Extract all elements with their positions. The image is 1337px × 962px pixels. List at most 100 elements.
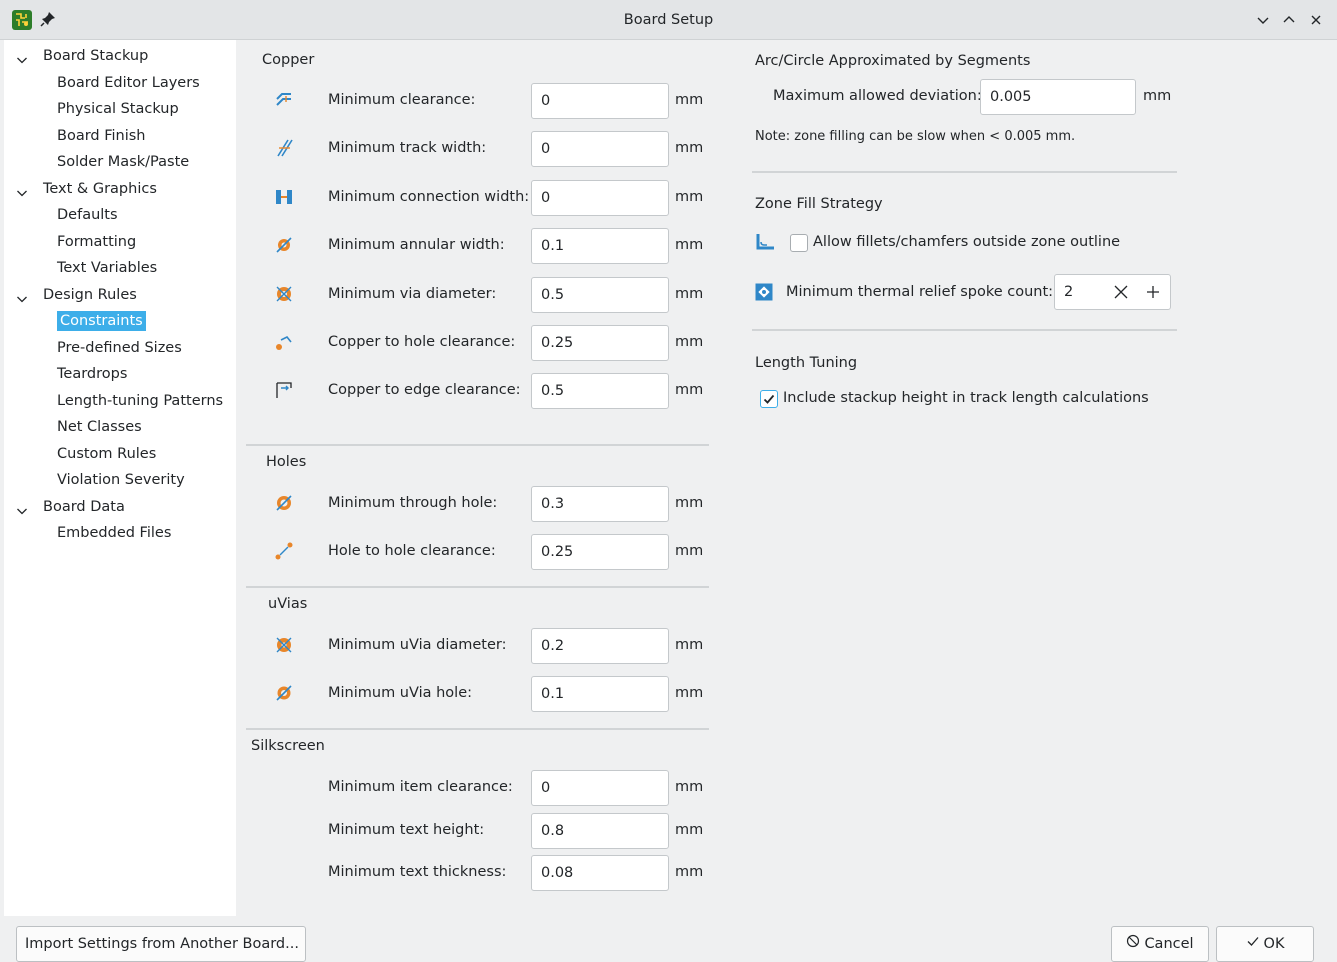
zone-fill-section-title: Zone Fill Strategy	[755, 196, 883, 212]
tree-item-label: Defaults	[57, 207, 118, 223]
value-input[interactable]: 0	[531, 83, 669, 119]
value-input[interactable]: 0	[531, 131, 669, 168]
value-input[interactable]: 0.5	[531, 276, 669, 313]
window-title: Board Setup	[623, 12, 714, 28]
uvia-diameter-icon	[274, 635, 294, 659]
chevron-down-icon[interactable]	[16, 289, 28, 313]
stackup-height-checkbox[interactable]	[760, 390, 778, 408]
tree-item-label: Custom Rules	[57, 445, 157, 462]
max-deviation-input[interactable]: 0.005	[980, 79, 1136, 115]
tree-item[interactable]: Embedded Files	[57, 521, 171, 545]
spoke-count-label: Minimum thermal relief spoke count:	[786, 284, 1054, 300]
chevron-down-icon[interactable]	[16, 50, 28, 74]
spoke-count-value: 2	[1064, 284, 1074, 300]
tree-item[interactable]: Physical Stackup	[57, 97, 179, 121]
settings-tree[interactable]: Board Stackup Board Editor Layers Physical…	[4, 40, 236, 916]
tree-item-label: Text Variables	[57, 260, 158, 276]
ok-button[interactable]: OK	[1216, 926, 1314, 962]
tree-item-label: Constraints	[57, 311, 146, 331]
unit-label: mm	[675, 864, 704, 881]
value-input[interactable]: 0.3	[531, 486, 669, 522]
tree-item[interactable]: Board Stackup	[16, 44, 148, 68]
maximize-icon[interactable]	[1282, 13, 1296, 31]
tree-item[interactable]: Custom Rules	[57, 442, 156, 466]
unit-label: mm	[675, 140, 704, 157]
value-input[interactable]: 0.25	[531, 325, 669, 361]
via-diameter-icon	[274, 284, 294, 308]
tree-item[interactable]: Defaults	[57, 203, 118, 227]
checkmark-icon	[763, 394, 775, 404]
tree-item[interactable]: Board Finish	[57, 124, 146, 148]
max-deviation-unit: mm	[1143, 88, 1172, 104]
tree-item[interactable]: Text Variables	[57, 256, 157, 280]
field-label: Minimum text height:	[328, 821, 485, 838]
length-tuning-section-title: Length Tuning	[755, 355, 858, 371]
tree-item[interactable]: Teardrops	[57, 362, 127, 386]
tree-item-label: Physical Stackup	[57, 101, 179, 117]
divider	[246, 586, 709, 588]
close-icon[interactable]	[1309, 13, 1323, 31]
tree-item-label: Board Data	[43, 498, 125, 515]
cancel-button[interactable]: Cancel	[1111, 926, 1209, 962]
chevron-down-icon[interactable]	[16, 183, 28, 207]
tree-item[interactable]: Board Editor Layers	[57, 71, 200, 95]
divider	[752, 329, 1177, 331]
tree-item-label: Teardrops	[57, 366, 128, 382]
value-input[interactable]: 0	[531, 179, 669, 216]
unit-label: mm	[675, 92, 704, 108]
field-label: Minimum uVia hole:	[328, 685, 473, 702]
tree-item-label: Pre-defined Sizes	[57, 339, 182, 356]
field-label: Minimum through hole:	[328, 495, 498, 511]
tree-item-label: Board Stackup	[43, 48, 149, 64]
tree-item-label: Design Rules	[43, 286, 137, 303]
increment-icon[interactable]	[1145, 284, 1161, 304]
hole-clearance-icon	[274, 332, 294, 356]
field-label: Minimum item clearance:	[328, 779, 513, 795]
unit-label: mm	[675, 543, 704, 560]
tree-item-label: Solder Mask/Paste	[57, 154, 190, 170]
tree-item[interactable]: Board Data	[16, 495, 125, 519]
divider	[246, 728, 709, 730]
allow-fillets-checkbox[interactable]	[790, 234, 808, 252]
field-label: Minimum clearance:	[328, 92, 476, 108]
zone-fill-note: Note: zone filling can be slow when < 0.…	[755, 129, 1076, 144]
ok-check-icon	[1246, 927, 1260, 961]
value-input[interactable]: 0.1	[531, 228, 669, 265]
hole-to-hole-icon	[274, 541, 294, 565]
title-bar: Board Setup	[0, 0, 1337, 40]
import-settings-button[interactable]: Import Settings from Another Board...	[16, 926, 306, 962]
decrement-icon[interactable]	[1113, 284, 1129, 304]
value-input[interactable]: 0	[531, 770, 669, 806]
tree-item[interactable]: Length-tuning Patterns	[57, 389, 223, 413]
tree-item[interactable]: Violation Severity	[57, 468, 185, 492]
tree-item[interactable]: Constraints	[57, 309, 146, 333]
tree-item[interactable]: Solder Mask/Paste	[57, 150, 189, 174]
arc-section-title: Arc/Circle Approximated by Segments	[755, 53, 1031, 69]
tree-item-label: Length-tuning Patterns	[57, 392, 224, 409]
clearance-icon	[274, 90, 294, 114]
value-input[interactable]: 0.8	[531, 812, 669, 849]
divider	[246, 444, 709, 446]
field-label: Minimum annular width:	[328, 237, 505, 254]
tree-item[interactable]: Net Classes	[57, 415, 142, 439]
tree-item[interactable]: Formatting	[57, 230, 136, 254]
value-input[interactable]: 0.2	[531, 628, 669, 664]
value-input[interactable]: 0.5	[531, 373, 669, 410]
tree-item[interactable]: Design Rules	[16, 283, 137, 307]
field-label: Minimum connection width:	[328, 188, 530, 205]
chevron-down-icon[interactable]	[16, 501, 28, 525]
tree-item[interactable]: Text & Graphics	[16, 177, 157, 201]
tree-item[interactable]: Pre-defined Sizes	[57, 336, 182, 360]
unit-label: mm	[675, 334, 704, 350]
tree-item-label: Text & Graphics	[43, 180, 157, 197]
field-label: Hole to hole clearance:	[328, 543, 496, 560]
unit-label: mm	[675, 285, 704, 302]
value-input[interactable]: 0.25	[531, 534, 669, 571]
value-input[interactable]: 0.1	[531, 676, 669, 713]
unit-label: mm	[675, 821, 704, 838]
value-input[interactable]: 0.08	[531, 855, 669, 892]
fillet-zone-icon	[755, 233, 775, 255]
minimize-icon[interactable]	[1256, 13, 1270, 31]
unit-label: mm	[675, 188, 704, 205]
connection-width-icon	[274, 187, 294, 211]
